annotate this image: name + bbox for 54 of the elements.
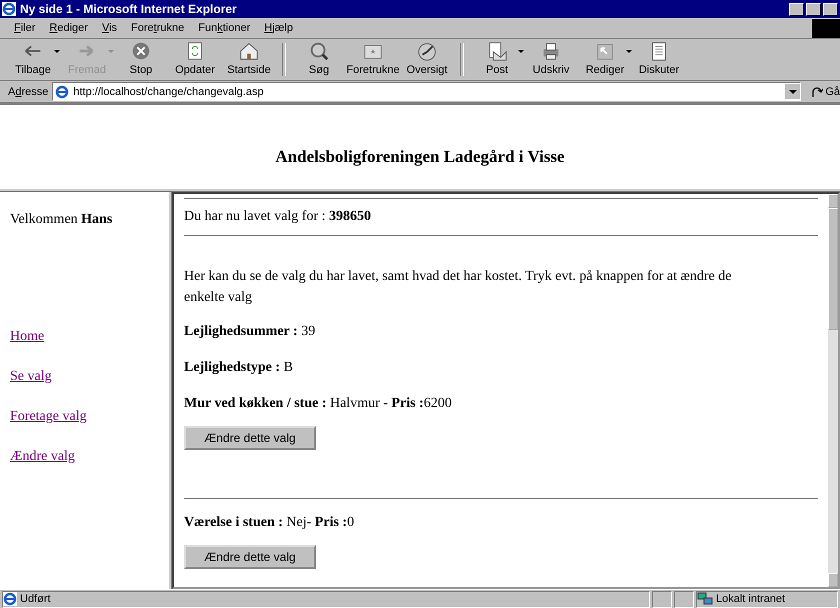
info-text: Lejlighedstype : B — [184, 360, 294, 376]
toolbar-button[interactable]: Post — [470, 40, 524, 80]
search-icon — [308, 40, 330, 62]
windows-logo-icon — [812, 18, 840, 38]
toolbar-button[interactable]: Opdater — [168, 40, 222, 80]
status-text: Udført — [20, 593, 51, 605]
info-text: Lejlighedsummer : 39 — [184, 324, 316, 340]
go-button[interactable]: Gå — [805, 84, 840, 98]
zone-text: Lokalt intranet — [716, 593, 786, 605]
toolbar-button[interactable]: Tilbage — [6, 40, 60, 80]
toolbar-button[interactable]: Diskuter — [632, 40, 686, 80]
menu-item[interactable]: Filer — [8, 20, 42, 36]
nav-link[interactable]: Se valg — [10, 368, 169, 385]
stop-icon — [130, 40, 152, 62]
menu-item[interactable]: Hjælp — [258, 20, 299, 36]
intro-text: Du har nu lavet valg for : 398650 — [184, 208, 372, 226]
menu-item[interactable]: Funktioner — [192, 20, 256, 36]
toolbar-button[interactable]: Oversigt — [400, 40, 454, 80]
dropdown-button[interactable] — [785, 84, 800, 99]
toolbar-button[interactable]: Udskriv — [524, 40, 578, 80]
minimize-button[interactable] — [789, 2, 804, 16]
close-button[interactable] — [823, 2, 838, 16]
choice-text: Værelse i stuen : Nej- Pris :0 — [184, 515, 356, 531]
description-text: Her kan du se de valg du har lavet, samt hvad det har kostet. Tryk evt. på knappen for at ændre de enkelte valg — [184, 268, 732, 307]
browser-icon — [2, 2, 16, 16]
restore-button[interactable] — [806, 2, 821, 16]
change-button[interactable]: Ændre dette valg — [184, 426, 316, 450]
window-title: Ny side 1 - Microsoft Internet Explorer — [20, 2, 238, 16]
nav-link[interactable]: Home — [10, 328, 169, 345]
scrollbar[interactable] — [828, 194, 838, 587]
toolbar-button[interactable]: Søg — [292, 40, 346, 80]
toolbar-button[interactable]: Rediger — [578, 40, 632, 80]
toolbar-button[interactable]: Stop — [114, 40, 168, 80]
curved-arrow-icon — [811, 86, 824, 98]
menu-item[interactable]: Foretrukne — [125, 20, 190, 36]
address-field[interactable]: http://localhost/change/changevalg.asp — [52, 82, 802, 101]
browser-icon — [3, 592, 17, 606]
browser-icon — [55, 84, 70, 98]
network-icon — [697, 592, 713, 606]
address-label: Adresse — [8, 86, 48, 98]
menu-item[interactable]: Vis — [96, 20, 124, 36]
nav-link[interactable]: Ændre valg — [10, 448, 169, 465]
change-button[interactable]: Ændre dette valg — [184, 545, 316, 569]
toolbar-button[interactable]: Startside — [222, 40, 276, 80]
status-pane — [652, 590, 672, 608]
choice-text: Mur ved køkken / stue : Halvmur - Pris :6200 — [184, 396, 453, 412]
mail-icon — [486, 40, 508, 62]
welcome-text: Velkommen Hans — [10, 212, 114, 228]
toolbar-button[interactable]: Foretrukne — [346, 40, 400, 80]
menu-item[interactable]: Rediger — [43, 20, 94, 36]
nav-link[interactable]: Foretage valg — [10, 408, 169, 425]
page-heading: Andelsboligforeningen Ladegård i Visse — [275, 147, 565, 167]
history-icon — [416, 40, 438, 62]
status-pane — [674, 590, 694, 608]
